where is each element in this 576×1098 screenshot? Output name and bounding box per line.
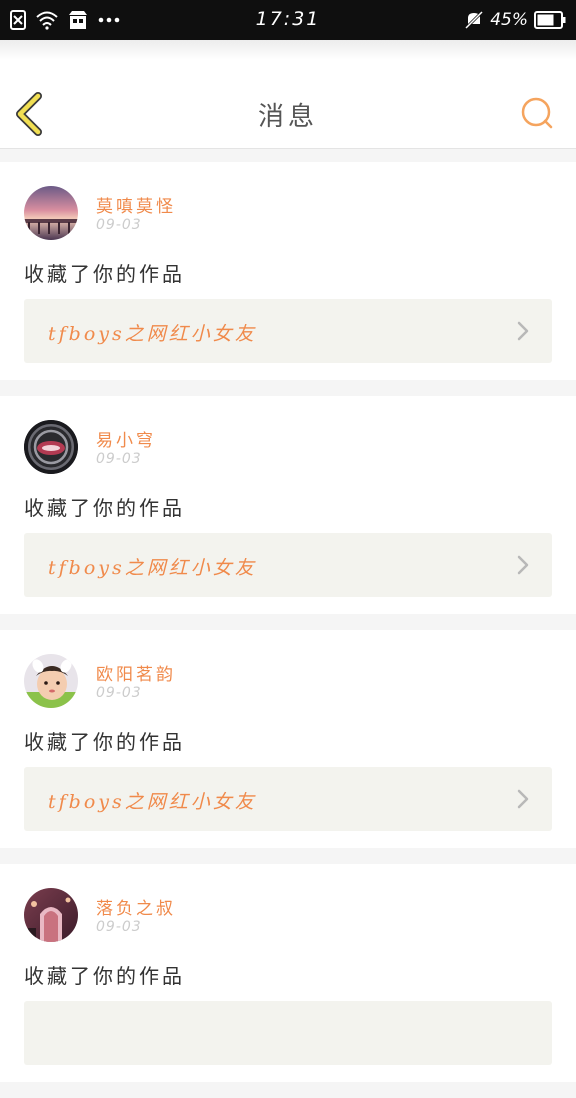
battery-percent: 45% [490, 10, 528, 30]
message-text: 收藏了你的作品 [24, 730, 185, 754]
page-title: 消息 [257, 102, 318, 132]
status-bar-shadow [0, 40, 576, 60]
user-name[interactable]: 莫嗔莫怪 [96, 192, 176, 217]
avatar[interactable] [24, 420, 78, 474]
app-header: 消息 [0, 60, 576, 149]
message-date: 09-03 [96, 685, 142, 701]
search-icon [520, 97, 556, 136]
work-link[interactable] [24, 1001, 552, 1065]
battery-icon [534, 11, 566, 29]
message-card: 欧阳茗韵 09-03 收藏了你的作品 tfboys之网红小女友 [0, 630, 576, 848]
chevron-right-icon [516, 789, 530, 809]
work-title: tfboys之网红小女友 [48, 791, 257, 813]
message-text: 收藏了你的作品 [24, 496, 185, 520]
message-list: 莫嗔莫怪 09-03 收藏了你的作品 tfboys之网红小女友 易小穹 09-0… [0, 162, 576, 1098]
chevron-right-icon [516, 321, 530, 341]
message-card: 易小穹 09-03 收藏了你的作品 tfboys之网红小女友 [0, 396, 576, 614]
chevron-right-icon [516, 555, 530, 575]
work-link[interactable]: tfboys之网红小女友 [24, 767, 552, 831]
message-text: 收藏了你的作品 [24, 964, 185, 988]
avatar[interactable] [24, 654, 78, 708]
work-link[interactable]: tfboys之网红小女友 [24, 299, 552, 363]
user-name[interactable]: 落负之叔 [96, 894, 176, 919]
message-card: 落负之叔 09-03 收藏了你的作品 [0, 864, 576, 1082]
message-text: 收藏了你的作品 [24, 262, 185, 286]
user-name[interactable]: 欧阳茗韵 [96, 660, 176, 685]
message-date: 09-03 [96, 217, 142, 233]
message-date: 09-03 [96, 919, 142, 935]
status-right-icons: 45% [464, 9, 566, 31]
work-title: tfboys之网红小女友 [48, 323, 257, 345]
search-button[interactable] [520, 96, 556, 132]
message-date: 09-03 [96, 451, 142, 467]
avatar[interactable] [24, 888, 78, 942]
status-bar: 17:31 45% [0, 0, 576, 40]
mute-icon [464, 10, 484, 30]
work-link[interactable]: tfboys之网红小女友 [24, 533, 552, 597]
message-card: 莫嗔莫怪 09-03 收藏了你的作品 tfboys之网红小女友 [0, 162, 576, 380]
user-name[interactable]: 易小穹 [96, 426, 156, 451]
work-title: tfboys之网红小女友 [48, 557, 257, 579]
avatar[interactable] [24, 186, 78, 240]
